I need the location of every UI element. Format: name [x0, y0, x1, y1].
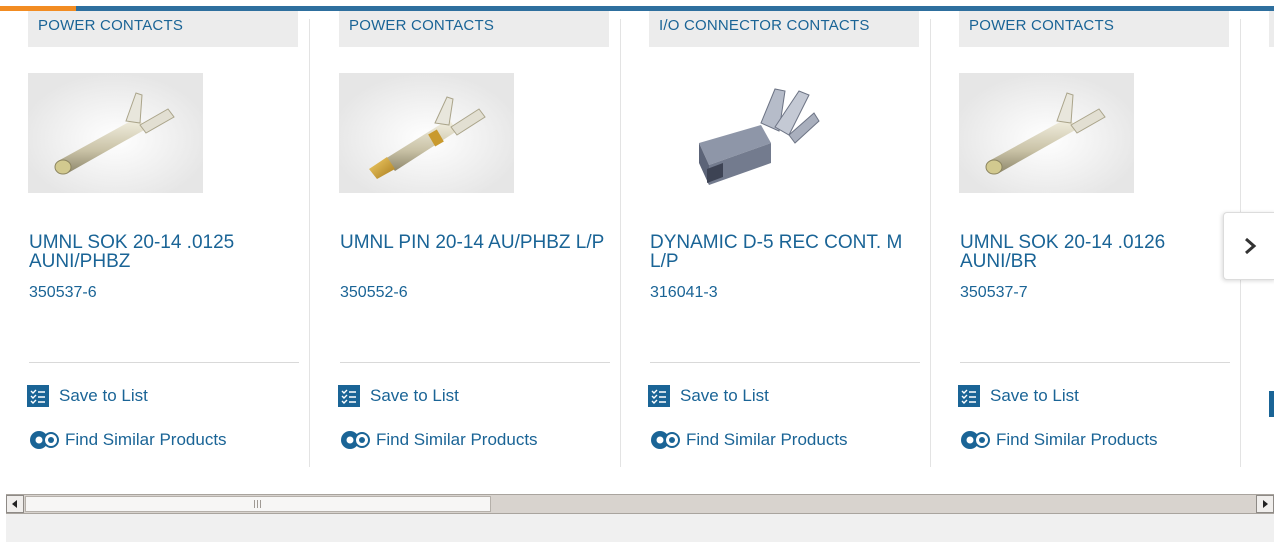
save-to-list-label: Save to List [370, 386, 459, 405]
save-to-list-button[interactable]: Save to List [648, 383, 769, 409]
part-number-link[interactable]: 350552-6 [340, 284, 408, 302]
product-card: POWER CONTACTS UMNL PIN 20-14 AU/PHBZ L/… [311, 11, 621, 467]
product-name-link[interactable]: UMNL SOK 20-14 .0126 AUNI/BR [960, 233, 1230, 271]
category-label-partial [1269, 11, 1274, 47]
category-label[interactable]: POWER CONTACTS [28, 11, 298, 47]
category-label[interactable]: I/O CONNECTOR CONTACTS [649, 11, 919, 47]
find-similar-label: Find Similar Products [996, 430, 1158, 449]
save-to-list-button[interactable]: Save to List [338, 383, 459, 409]
scroll-right-button[interactable] [1256, 495, 1274, 513]
part-number-link[interactable]: 316041-3 [650, 284, 718, 302]
product-name-link[interactable]: DYNAMIC D-5 REC CONT. M L/P [650, 233, 920, 271]
gears-icon [341, 431, 370, 449]
divider [960, 362, 1230, 363]
find-similar-button[interactable]: Find Similar Products [958, 427, 1158, 453]
save-to-list-button[interactable]: Save to List [27, 383, 148, 409]
product-card: POWER CONTACTS UMNL SOK 20-14 .0125 AUNI… [0, 11, 310, 467]
scrollbar-thumb[interactable] [25, 496, 491, 512]
carousel-next-button[interactable] [1223, 212, 1274, 280]
checklist-icon [958, 385, 980, 407]
product-card: POWER CONTACTS UMNL SOK 20-14 .0126 AUNI… [931, 11, 1241, 467]
find-similar-label: Find Similar Products [686, 430, 848, 449]
part-number-link[interactable]: 350537-7 [960, 284, 1028, 302]
find-similar-label: Find Similar Products [65, 430, 227, 449]
footer-area [6, 514, 1274, 542]
socket-contact-image[interactable] [28, 73, 203, 193]
gears-icon [961, 431, 990, 449]
product-carousel: POWER CONTACTS UMNL SOK 20-14 .0125 AUNI… [0, 11, 1274, 481]
chevron-right-icon [1245, 237, 1257, 255]
gears-icon [30, 431, 59, 449]
category-label[interactable]: POWER CONTACTS [339, 11, 609, 47]
pin-contact-image[interactable] [339, 73, 514, 193]
save-to-list-label: Save to List [680, 386, 769, 405]
scroll-left-button[interactable] [6, 495, 24, 513]
socket-contact-image[interactable] [959, 73, 1134, 193]
checklist-icon-partial [1269, 391, 1274, 417]
checklist-icon [648, 385, 670, 407]
card-separator [309, 19, 310, 467]
category-label[interactable]: POWER CONTACTS [959, 11, 1229, 47]
divider [340, 362, 610, 363]
save-to-list-label: Save to List [59, 386, 148, 405]
divider [650, 362, 920, 363]
find-similar-button[interactable]: Find Similar Products [27, 427, 227, 453]
horizontal-scrollbar[interactable] [6, 494, 1274, 514]
gears-icon [651, 431, 680, 449]
receptacle-contact-image[interactable] [649, 73, 824, 193]
checklist-icon [338, 385, 360, 407]
product-name-link[interactable]: UMNL PIN 20-14 AU/PHBZ L/P [340, 233, 610, 252]
arrow-right-icon [1263, 500, 1268, 508]
part-number-link[interactable]: 350537-6 [29, 284, 97, 302]
product-name-link[interactable]: UMNL SOK 20-14 .0125 AUNI/PHBZ [29, 233, 299, 271]
arrow-left-icon [12, 500, 17, 508]
divider [29, 362, 299, 363]
product-card: I/O CONNECTOR CONTACTS DYNAMIC D-5 REC C… [621, 11, 931, 467]
find-similar-button[interactable]: Find Similar Products [338, 427, 538, 453]
save-to-list-button[interactable]: Save to List [958, 383, 1079, 409]
top-accent-bar [0, 0, 1274, 11]
find-similar-label: Find Similar Products [376, 430, 538, 449]
find-similar-button[interactable]: Find Similar Products [648, 427, 848, 453]
checklist-icon [27, 385, 49, 407]
save-to-list-label: Save to List [990, 386, 1079, 405]
scrollbar-grip [254, 500, 262, 508]
